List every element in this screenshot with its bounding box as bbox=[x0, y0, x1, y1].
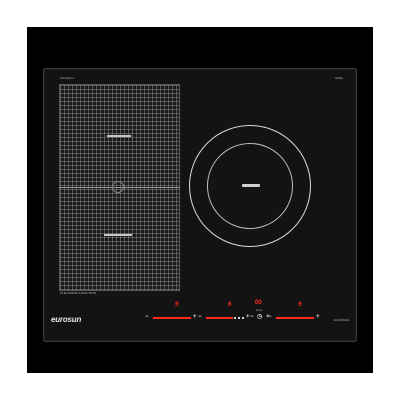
minus-button[interactable]: − bbox=[145, 314, 149, 320]
brand-logo: eurosun bbox=[51, 315, 82, 324]
flex-zone-front-mark bbox=[104, 234, 132, 236]
flex-zone-rear-mark bbox=[107, 135, 131, 137]
top-left-mark: FlexiZone bbox=[60, 76, 75, 80]
top-right-mark: HHEL bbox=[335, 76, 344, 80]
power-fill bbox=[206, 317, 233, 319]
bottom-left-note: FLEXIZONE INDUCTION bbox=[60, 291, 97, 295]
plus-button[interactable]: + bbox=[246, 314, 250, 320]
timer-display: 00 bbox=[255, 300, 262, 306]
timer-label: timer bbox=[256, 308, 263, 312]
power-fill bbox=[153, 317, 191, 319]
power-slider[interactable] bbox=[153, 317, 191, 319]
power-slider[interactable] bbox=[206, 317, 244, 319]
zone-control-3[interactable]: 9 − + bbox=[268, 302, 324, 324]
power-slider[interactable] bbox=[276, 317, 314, 319]
minus-button[interactable]: − bbox=[198, 314, 202, 320]
power-level-display: 6 bbox=[228, 302, 232, 308]
minus-button[interactable]: − bbox=[268, 314, 272, 320]
circular-zone-logo bbox=[242, 184, 260, 187]
zone-control-2[interactable]: 6 − + bbox=[198, 302, 254, 324]
power-level-display: 9 bbox=[298, 302, 302, 308]
model-note: EUCM0HS bbox=[334, 318, 350, 322]
plus-button[interactable]: + bbox=[316, 314, 320, 320]
zone-control-1[interactable]: 9 − + bbox=[145, 302, 201, 324]
flex-zone-center-mark bbox=[112, 181, 124, 193]
plus-button[interactable]: + bbox=[193, 314, 197, 320]
power-fill bbox=[276, 317, 314, 319]
power-level-display: 9 bbox=[175, 302, 179, 308]
